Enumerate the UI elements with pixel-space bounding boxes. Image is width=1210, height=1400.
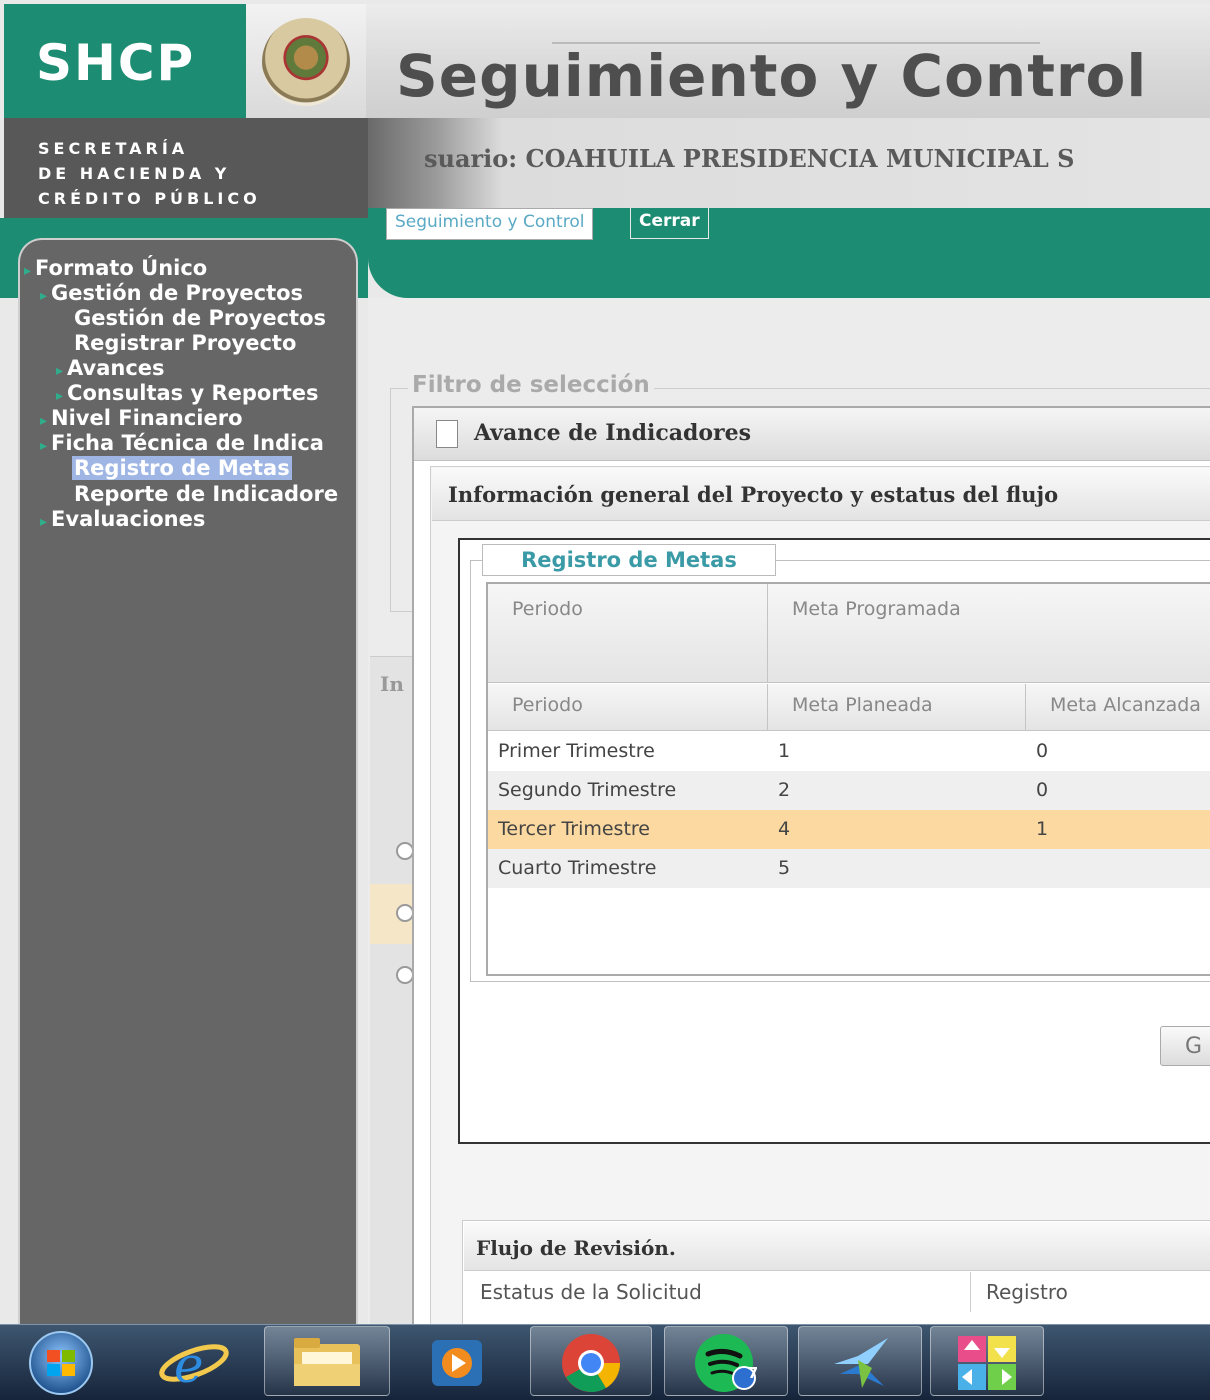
sidebar-item-registrar-proyecto[interactable]: Registrar Proyecto: [74, 331, 296, 356]
cell-periodo: Tercer Trimestre: [498, 818, 650, 840]
national-seal-icon: [262, 18, 350, 106]
grid-group-header-periodo: Periodo: [488, 584, 768, 683]
folder-icon: [290, 1334, 364, 1390]
filter-legend: Filtro de selección: [408, 372, 654, 398]
sidebar-item-evaluaciones[interactable]: ▸ Evaluaciones: [40, 507, 205, 535]
background-grid-header: In: [380, 672, 404, 696]
app-title: Seguimiento y Control: [396, 42, 1148, 110]
table-row-selected[interactable]: Tercer Trimestre 4 1: [488, 810, 1210, 849]
bullet-icon: ▸: [40, 514, 48, 530]
bullet-icon: ▸: [40, 413, 48, 429]
cell-meta-alcanzada: 0: [1036, 740, 1049, 762]
sidebar-item-formato-unico[interactable]: ▸ Formato Único: [24, 256, 207, 284]
svg-text:e: e: [174, 1336, 204, 1394]
tab-seguimiento-y-control[interactable]: Seguimiento y Control: [386, 208, 594, 240]
cell-meta-planeada: 5: [778, 857, 791, 879]
document-icon: [436, 420, 458, 448]
sidebar-item-gestion-proyectos-sub[interactable]: Gestión de Proyectos: [74, 306, 326, 331]
bullet-icon: ▸: [56, 363, 64, 379]
secretaria-line: DE HACIENDA Y: [38, 164, 231, 183]
start-button[interactable]: [22, 1330, 100, 1396]
cell-periodo: Cuarto Trimestre: [498, 857, 657, 879]
spotify-badge: 7: [747, 1364, 759, 1382]
chrome-icon: [558, 1332, 624, 1394]
sidebar-item-reporte-indicadores[interactable]: Reporte de Indicadore: [74, 482, 338, 507]
registro-metas-legend: Registro de Metas: [482, 544, 776, 576]
sidebar-item-registro-metas[interactable]: Registro de Metas: [72, 456, 292, 481]
bird-app-icon: [828, 1334, 894, 1392]
dialog-title: Avance de Indicadores: [474, 420, 752, 446]
bullet-icon: ▸: [40, 288, 48, 304]
cell-periodo: Segundo Trimestre: [498, 779, 677, 801]
secretaria-line: CRÉDITO PÚBLICO: [38, 189, 261, 208]
secretaria-text: SECRETARÍA DE HACIENDA Y CRÉDITO PÚBLICO: [38, 136, 261, 211]
media-player-icon[interactable]: [426, 1336, 488, 1390]
sidebar-item-gestion-proyectos[interactable]: ▸ Gestión de Proyectos: [40, 281, 303, 309]
windows-start-icon: [29, 1331, 93, 1395]
grid-column-header-periodo[interactable]: Periodo: [488, 684, 768, 731]
bullet-icon: ▸: [40, 438, 48, 454]
flujo-column-header-estatus[interactable]: Estatus de la Solicitud: [480, 1280, 702, 1304]
grid-column-header-meta-alcanzada[interactable]: Meta Alcanzada: [1026, 684, 1210, 731]
secretaria-line: SECRETARÍA: [38, 139, 189, 158]
user-label: suario: COAHUILA PRESIDENCIA MUNICIPAL S: [424, 144, 1075, 173]
arrows-app-icon: [954, 1332, 1020, 1394]
table-row[interactable]: Cuarto Trimestre 5: [488, 849, 1210, 888]
sidebar-item-nivel-financiero[interactable]: ▸ Nivel Financiero: [40, 406, 243, 434]
internet-explorer-icon[interactable]: e: [156, 1332, 232, 1394]
sidebar-item-consultas-reportes[interactable]: ▸ Consultas y Reportes: [56, 381, 319, 409]
guardar-button[interactable]: G: [1160, 1026, 1210, 1066]
cell-meta-planeada: 1: [778, 740, 791, 762]
grid-group-header-meta-programada: Meta Programada: [768, 584, 1210, 683]
sidebar-item-avances[interactable]: ▸ Avances: [56, 356, 165, 384]
cell-meta-alcanzada: 1: [1036, 818, 1049, 840]
flujo-revision-title: Flujo de Revisión.: [476, 1236, 676, 1260]
bullet-icon: ▸: [56, 388, 64, 404]
cell-meta-alcanzada: 0: [1036, 779, 1049, 801]
cell-periodo: Primer Trimestre: [498, 740, 655, 762]
cell-meta-planeada: 2: [778, 779, 791, 801]
table-row[interactable]: Segundo Trimestre 2 0: [488, 771, 1210, 810]
tab-cerrar[interactable]: Cerrar: [630, 208, 709, 239]
flujo-column-header-registro[interactable]: Registro: [986, 1280, 1068, 1304]
info-panel-title: Información general del Proyecto y estat…: [448, 482, 1059, 507]
sidebar-item-ficha-tecnica[interactable]: ▸ Ficha Técnica de Indica: [40, 431, 324, 459]
grid-column-header-meta-planeada[interactable]: Meta Planeada: [768, 684, 1026, 731]
cell-meta-planeada: 4: [778, 818, 791, 840]
shcp-logo: SHCP: [36, 34, 196, 92]
spotify-icon: [692, 1332, 762, 1394]
bullet-icon: ▸: [24, 263, 32, 279]
table-row[interactable]: Primer Trimestre 1 0: [488, 732, 1210, 771]
background-grid-strip: [370, 656, 414, 1325]
